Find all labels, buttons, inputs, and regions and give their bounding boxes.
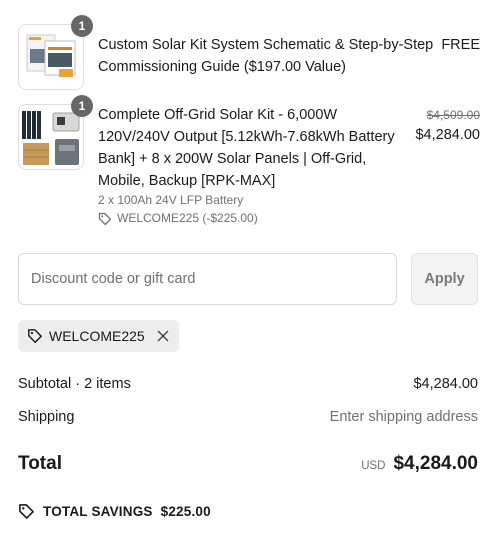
applied-discount-chip: WELCOME225 bbox=[18, 320, 179, 352]
compare-at-price: $4,509.00 bbox=[426, 108, 480, 122]
product-title-line: Complete Off-Grid Solar Kit - 6,000W bbox=[98, 107, 338, 123]
tag-icon bbox=[98, 212, 112, 226]
savings-value: $225.00 bbox=[160, 504, 211, 519]
shipping-label: Shipping bbox=[18, 409, 75, 425]
total-amount: $4,284.00 bbox=[393, 453, 478, 474]
total-label: Total bbox=[18, 453, 62, 474]
currency-code: USD bbox=[361, 460, 386, 472]
line-item: 1 Complete Off-Grid Solar Kit - 6,000W 1… bbox=[18, 95, 480, 234]
subtotal-row: Subtotal · 2 items $4,284.00 bbox=[18, 376, 478, 392]
line-item: 1 Custom Solar Kit System Schematic & St… bbox=[18, 15, 480, 90]
shipping-row: Shipping Enter shipping address bbox=[18, 409, 478, 425]
quantity-badge: 1 bbox=[71, 15, 93, 37]
product-title-line: Commissioning Guide ($197.00 Value) bbox=[98, 59, 346, 75]
shipping-value: Enter shipping address bbox=[329, 409, 478, 425]
product-thumbnail-wrap: 1 bbox=[18, 95, 93, 170]
quantity-badge: 1 bbox=[71, 95, 93, 117]
item-price-group: $4,509.00 $4,284.00 bbox=[415, 104, 480, 146]
tag-icon bbox=[27, 328, 43, 344]
product-title-line: Custom Solar Kit System Schematic & Step… bbox=[98, 37, 434, 53]
product-title-line: 120V/240V Output [5.12kWh-7.68kWh Batter… bbox=[98, 129, 395, 145]
product-title: Complete Off-Grid Solar Kit - 6,000W 120… bbox=[98, 104, 403, 192]
tag-icon bbox=[18, 503, 35, 520]
total-row: Total USD $4,284.00 bbox=[18, 453, 478, 475]
savings-label: TOTAL SAVINGS bbox=[43, 504, 153, 519]
product-variant: 2 x 100Ah 24V LFP Battery bbox=[98, 193, 244, 207]
product-thumbnail-wrap: 1 bbox=[18, 15, 93, 90]
line-discount-label: WELCOME225 (-$225.00) bbox=[117, 211, 258, 225]
total-value-group: USD $4,284.00 bbox=[361, 453, 478, 475]
discount-placeholder: Discount code or gift card bbox=[31, 271, 196, 287]
item-price: $4,284.00 bbox=[415, 127, 480, 143]
subtotal-value: $4,284.00 bbox=[413, 376, 478, 392]
item-price: FREE bbox=[441, 37, 480, 53]
close-icon[interactable] bbox=[157, 330, 169, 342]
product-title-line: Mobile, Backup [RPK-MAX] bbox=[98, 173, 276, 189]
total-savings: TOTAL SAVINGS $225.00 bbox=[18, 503, 211, 520]
line-discount: WELCOME225 (-$225.00) bbox=[98, 210, 258, 227]
applied-code: WELCOME225 bbox=[49, 328, 145, 344]
product-title-line: Bank] + 8 x 200W Solar Panels | Off-Grid… bbox=[98, 151, 367, 167]
discount-code-input[interactable]: Discount code or gift card bbox=[18, 253, 397, 305]
subtotal-label: Subtotal · 2 items bbox=[18, 376, 131, 392]
product-title: Custom Solar Kit System Schematic & Step… bbox=[98, 34, 433, 78]
apply-button[interactable]: Apply bbox=[411, 253, 478, 305]
